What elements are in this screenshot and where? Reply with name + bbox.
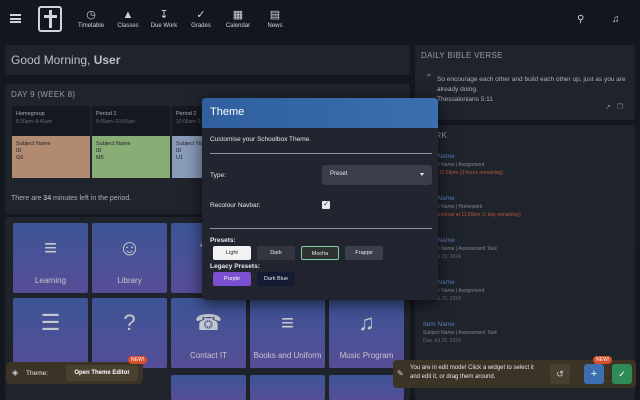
edit-mode-toast: ✎ You are in edit mode! Click a widget t… bbox=[393, 356, 636, 388]
new-badge: NEW! bbox=[593, 356, 613, 364]
mortarboard-icon: ▲ bbox=[122, 9, 134, 21]
dialog-title: Theme bbox=[202, 98, 438, 128]
new-badge: NEW! bbox=[128, 356, 148, 364]
nav-label: Timetable bbox=[77, 23, 105, 29]
search-icon[interactable]: ⚲ bbox=[577, 14, 584, 25]
preset-light-button[interactable]: Light bbox=[213, 246, 251, 260]
school-logo[interactable] bbox=[38, 6, 62, 32]
theme-dialog: Theme Customise your Schoolbox Theme. Ty… bbox=[202, 98, 438, 300]
theme-toast: ◈ Theme: Open Theme Editor NEW! bbox=[6, 356, 148, 384]
legacy-presets-label: Legacy Presets: bbox=[210, 263, 260, 270]
divider bbox=[210, 153, 432, 154]
calendar-icon: ▦ bbox=[232, 9, 244, 21]
presets-label: Presets: bbox=[210, 237, 236, 244]
dialog-subtitle: Customise your Schoolbox Theme. bbox=[210, 136, 312, 143]
recolour-navbar-checkbox[interactable]: ✓ bbox=[322, 201, 330, 209]
chevron-down-icon bbox=[420, 173, 424, 176]
legacy-dark-blue-button[interactable]: Dark Blue bbox=[257, 272, 295, 286]
type-label: Type: bbox=[210, 172, 226, 179]
nav-item-calendar[interactable]: ▦ Calendar bbox=[218, 9, 258, 29]
checkmark-icon: ✓ bbox=[196, 9, 206, 21]
add-widget-button[interactable]: + bbox=[584, 364, 604, 384]
download-tray-icon: ↧ bbox=[159, 9, 169, 21]
top-navbar: ◷ Timetable ▲ Classes ↧ Due Work ✓ Grade… bbox=[0, 0, 640, 40]
bell-icon[interactable]: ♫ bbox=[612, 14, 620, 25]
preset-mocha-button[interactable]: Mocha bbox=[301, 246, 339, 260]
nav-label: Due Work bbox=[150, 23, 178, 29]
menu-icon[interactable] bbox=[10, 14, 21, 23]
select-value: Preset bbox=[330, 171, 348, 177]
news-icon: ▤ bbox=[269, 9, 281, 21]
pencil-icon: ✎ bbox=[397, 369, 404, 378]
undo-button[interactable]: ↺ bbox=[550, 364, 570, 384]
nav-item-timetable[interactable]: ◷ Timetable bbox=[71, 9, 111, 29]
nav-item-news[interactable]: ▤ News bbox=[255, 9, 295, 29]
open-theme-editor-button[interactable]: Open Theme Editor bbox=[66, 365, 138, 381]
divider bbox=[210, 228, 432, 229]
nav-label: Grades bbox=[191, 23, 211, 29]
edit-mode-text: You are in edit mode! Click a widget to … bbox=[410, 365, 534, 380]
legacy-purple-button[interactable]: Purple bbox=[213, 272, 251, 286]
nav-item-grades[interactable]: ✓ Grades bbox=[181, 9, 221, 29]
nav-item-classes[interactable]: ▲ Classes bbox=[108, 9, 148, 29]
nav-label: News bbox=[267, 23, 283, 29]
nav-label: Calendar bbox=[225, 23, 251, 29]
recolour-navbar-label: Recolour Navbar: bbox=[210, 202, 261, 209]
nav-label: Classes bbox=[117, 23, 139, 29]
nav-item-due-work[interactable]: ↧ Due Work bbox=[144, 9, 184, 29]
theme-type-select[interactable]: Preset bbox=[322, 165, 432, 185]
theme-label: Theme: bbox=[26, 370, 49, 377]
clock-icon: ◷ bbox=[86, 9, 96, 21]
palette-icon: ◈ bbox=[12, 368, 19, 377]
preset-dark-button[interactable]: Dark bbox=[257, 246, 295, 260]
preset-frappe-button[interactable]: Frappe bbox=[345, 246, 383, 260]
save-button[interactable]: ✓ bbox=[612, 364, 632, 384]
